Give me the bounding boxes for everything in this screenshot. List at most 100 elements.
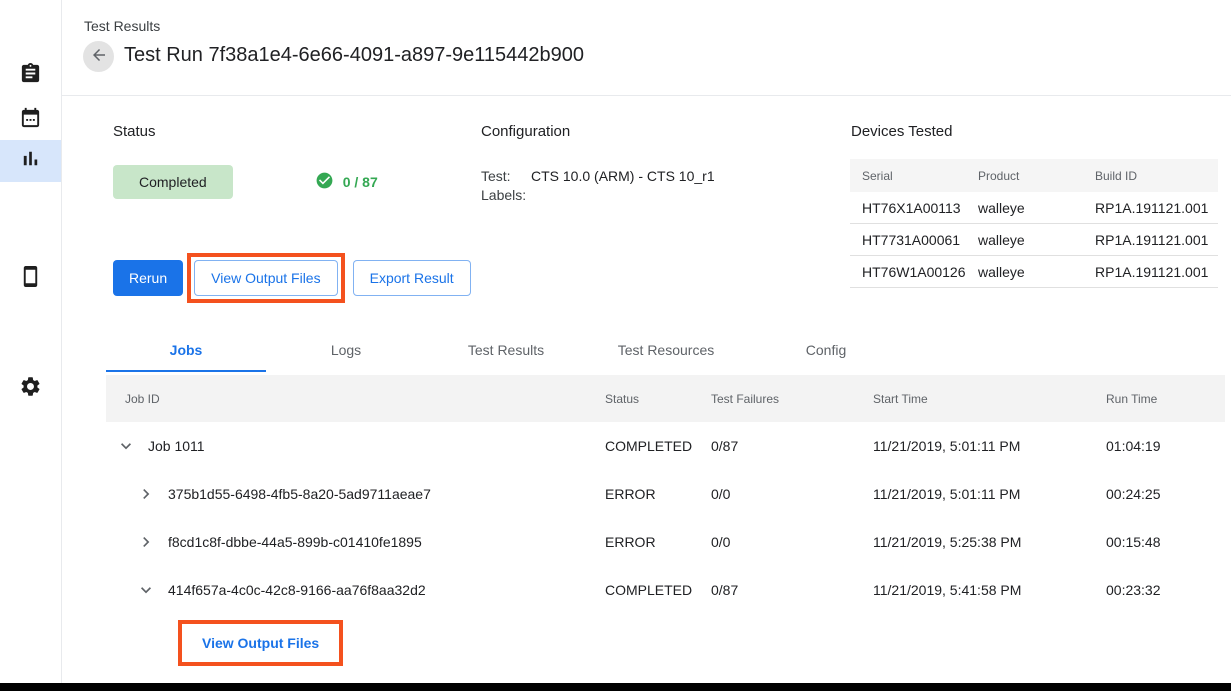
view-output-files-button[interactable]: View Output Files: [194, 260, 337, 296]
device-cell: walleye: [966, 264, 1083, 280]
sidebar-item-settings[interactable]: [0, 368, 61, 410]
devices-table-header: SerialProductBuild ID: [850, 159, 1218, 192]
job-row[interactable]: 375b1d55-6498-4fb5-8a20-5ad9711aeae7 ERRO…: [106, 470, 1225, 518]
status-section: Status Completed 0 / 87: [113, 123, 378, 199]
chevron-down-icon[interactable]: [136, 580, 156, 600]
failure-count: 0 / 87: [315, 171, 378, 193]
config-test-key: Test:: [481, 167, 531, 186]
device-row: HT7731A00061walleyeRP1A.191121.001: [850, 224, 1218, 256]
device-cell: RP1A.191121.001: [1083, 200, 1218, 216]
job-run-time-cell: 01:04:19: [1106, 438, 1225, 454]
job-run-time-cell: 00:24:25: [1106, 486, 1225, 502]
status-section-label: Status: [113, 123, 378, 140]
devices-column-header: Product: [966, 169, 1083, 183]
jobs-column-header: Job ID: [106, 392, 605, 406]
config-test-row: Test:CTS 10.0 (ARM) - CTS 10_r1: [481, 167, 715, 186]
jobs-table: Job IDStatusTest FailuresStart TimeRun T…: [106, 375, 1225, 666]
back-button[interactable]: [83, 41, 114, 72]
job-row[interactable]: Job 1011 COMPLETED0/8711/21/2019, 5:01:11…: [106, 422, 1225, 470]
chevron-right-icon[interactable]: [136, 532, 156, 552]
device-row: HT76X1A00113walleyeRP1A.191121.001: [850, 192, 1218, 224]
app-root: Test Results Test Run 7f38a1e4-6e66-4091…: [0, 0, 1231, 691]
job-status-cell: ERROR: [605, 534, 711, 550]
rerun-button[interactable]: Rerun: [113, 260, 183, 296]
device-cell: RP1A.191121.001: [1083, 264, 1218, 280]
sidebar-item-schedule[interactable]: [0, 99, 61, 141]
job-id-label: Job 1011: [148, 438, 205, 454]
export-result-button[interactable]: Export Result: [353, 260, 471, 296]
chevron-right-icon[interactable]: [136, 484, 156, 504]
failure-count-text: 0 / 87: [343, 174, 378, 190]
header-divider: [62, 95, 1231, 96]
sidebar-item-devices[interactable]: [0, 258, 61, 300]
configuration-section-label: Configuration: [481, 123, 715, 140]
configuration-section: Configuration Test:CTS 10.0 (ARM) - CTS …: [481, 123, 715, 205]
annotation-box-job-view-output-files: View Output Files: [178, 620, 343, 666]
device-cell: walleye: [966, 200, 1083, 216]
device-row: HT76W1A00126walleyeRP1A.191121.001: [850, 256, 1218, 288]
job-id-label: f8cd1c8f-dbbe-44a5-899b-c01410fe1895: [168, 534, 422, 550]
job-failures-cell: 0/0: [711, 534, 873, 550]
tab-logs[interactable]: Logs: [266, 330, 426, 372]
jobs-footer: View Output Files: [178, 620, 1225, 666]
job-id-label: 414f657a-4c0c-42c8-9166-aa76f8aa32d2: [168, 582, 426, 598]
job-id-cell: Job 1011: [106, 436, 605, 456]
devices-table: SerialProductBuild ID HT76X1A00113walley…: [850, 159, 1218, 288]
status-badge: Completed: [113, 165, 233, 199]
job-id-label: 375b1d55-6498-4fb5-8a20-5ad9711aeae7: [168, 486, 431, 502]
config-labels-key: Labels:: [481, 186, 531, 205]
sidebar-item-test-plans[interactable]: [0, 55, 61, 97]
job-row[interactable]: 414f657a-4c0c-42c8-9166-aa76f8aa32d2 COMP…: [106, 566, 1225, 614]
device-cell: HT76W1A00126: [850, 264, 966, 280]
sidebar-item-test-results[interactable]: [0, 140, 61, 182]
devices-column-header: Build ID: [1083, 169, 1218, 183]
bar-chart-icon: [19, 147, 42, 175]
phone-icon: [19, 265, 42, 293]
job-id-cell: 414f657a-4c0c-42c8-9166-aa76f8aa32d2: [106, 580, 605, 600]
job-failures-cell: 0/87: [711, 438, 873, 454]
config-test-value: CTS 10.0 (ARM) - CTS 10_r1: [531, 168, 715, 184]
annotation-box-view-output-files: View Output Files: [187, 253, 344, 303]
jobs-table-header: Job IDStatusTest FailuresStart TimeRun T…: [106, 375, 1225, 422]
job-row[interactable]: f8cd1c8f-dbbe-44a5-899b-c01410fe1895 ERRO…: [106, 518, 1225, 566]
job-status-cell: COMPLETED: [605, 438, 711, 454]
job-start-time-cell: 11/21/2019, 5:01:11 PM: [873, 486, 1106, 502]
clipboard-icon: [19, 62, 42, 90]
config-labels-row: Labels:: [481, 186, 715, 205]
tab-test-resources[interactable]: Test Resources: [586, 330, 746, 372]
bottom-bar: [0, 683, 1231, 691]
device-cell: RP1A.191121.001: [1083, 232, 1218, 248]
job-failures-cell: 0/0: [711, 486, 873, 502]
job-id-cell: 375b1d55-6498-4fb5-8a20-5ad9711aeae7: [106, 484, 605, 504]
job-view-output-files-link[interactable]: View Output Files: [182, 624, 339, 662]
job-start-time-cell: 11/21/2019, 5:41:58 PM: [873, 582, 1106, 598]
devices-section: Devices Tested SerialProductBuild ID HT7…: [851, 123, 952, 140]
devices-section-label: Devices Tested: [851, 123, 952, 140]
arrow-back-icon: [90, 46, 108, 67]
job-status-cell: ERROR: [605, 486, 711, 502]
tab-bar: JobsLogsTest ResultsTest ResourcesConfig: [106, 330, 906, 372]
jobs-column-header: Start Time: [873, 392, 1106, 406]
device-cell: walleye: [966, 232, 1083, 248]
page-title: Test Run 7f38a1e4-6e66-4091-a897-9e11544…: [124, 44, 584, 67]
sidebar: [0, 0, 62, 683]
breadcrumb: Test Results: [84, 18, 160, 34]
jobs-column-header: Test Failures: [711, 392, 873, 406]
jobs-column-header: Run Time: [1106, 392, 1225, 406]
tab-test-results[interactable]: Test Results: [426, 330, 586, 372]
tab-config[interactable]: Config: [746, 330, 906, 372]
tab-jobs[interactable]: Jobs: [106, 330, 266, 372]
job-start-time-cell: 11/21/2019, 5:01:11 PM: [873, 438, 1106, 454]
chevron-down-icon[interactable]: [116, 436, 136, 456]
job-status-cell: COMPLETED: [605, 582, 711, 598]
devices-column-header: Serial: [850, 169, 966, 183]
job-start-time-cell: 11/21/2019, 5:25:38 PM: [873, 534, 1106, 550]
job-run-time-cell: 00:23:32: [1106, 582, 1225, 598]
device-cell: HT7731A00061: [850, 232, 966, 248]
job-id-cell: f8cd1c8f-dbbe-44a5-899b-c01410fe1895: [106, 532, 605, 552]
gear-icon: [19, 375, 42, 403]
device-cell: HT76X1A00113: [850, 200, 966, 216]
check-circle-icon: [315, 171, 343, 193]
job-failures-cell: 0/87: [711, 582, 873, 598]
jobs-column-header: Status: [605, 392, 711, 406]
